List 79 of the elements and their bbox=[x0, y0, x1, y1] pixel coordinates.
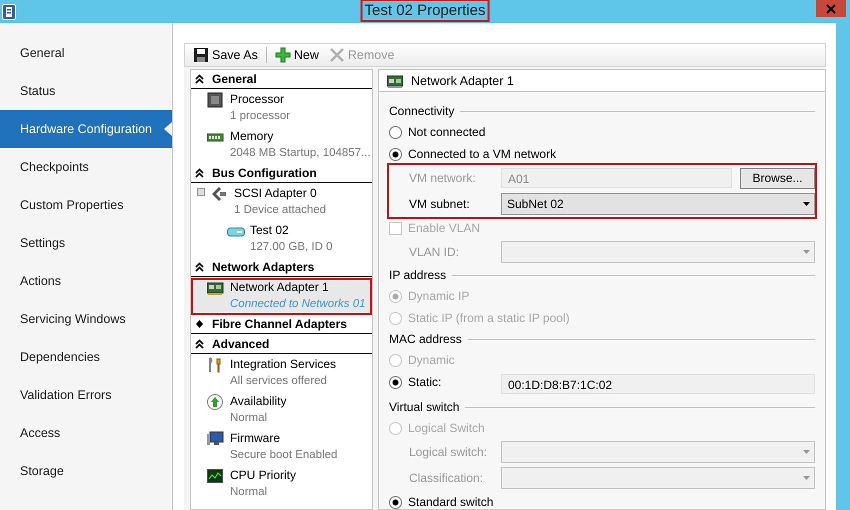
network-card-icon bbox=[387, 74, 403, 88]
toolbar-button[interactable]: Save As bbox=[191, 47, 260, 63]
tree-item[interactable]: Memory 2048 MB Startup, 104857... bbox=[191, 127, 372, 164]
nav-item[interactable]: Checkpoints bbox=[0, 148, 172, 186]
group-label: Virtual switch bbox=[389, 400, 460, 414]
nav-item[interactable]: Status bbox=[0, 72, 172, 110]
item-detail: Normal bbox=[230, 411, 268, 426]
item-name: Test 02 bbox=[250, 222, 290, 239]
dropdown-arrow-icon bbox=[803, 250, 810, 254]
section-header[interactable]: General bbox=[212, 72, 257, 86]
item-detail: 127.00 GB, ID 0 bbox=[250, 240, 332, 255]
section-header[interactable]: Bus Configuration bbox=[212, 166, 317, 180]
field-label: Logical switch: bbox=[408, 445, 488, 459]
section-header[interactable]: Network Adapters bbox=[212, 260, 314, 274]
item-detail: 1 Device attached bbox=[234, 203, 326, 218]
group-label: Connectivity bbox=[389, 104, 454, 118]
nav-item[interactable]: Settings bbox=[0, 224, 172, 262]
tree-item[interactable]: SCSI Adapter 0 1 Device attached bbox=[191, 184, 372, 221]
tree-item[interactable]: Test 02 127.00 GB, ID 0 bbox=[191, 221, 372, 258]
item-name: Availability bbox=[230, 393, 286, 410]
radio-button[interactable]: Not connected bbox=[389, 121, 486, 143]
tree-item[interactable]: Network Adapter 1 Connected to Networks 01 bbox=[191, 278, 372, 315]
item-name: Network Adapter 1 bbox=[230, 279, 330, 296]
close-button[interactable] bbox=[816, 0, 846, 17]
item-name: Processor bbox=[230, 91, 286, 108]
tree-item[interactable]: CPU Priority Normal bbox=[191, 466, 372, 503]
checkbox-empty-icon bbox=[389, 222, 402, 234]
tree-item[interactable]: Firmware Secure boot Enabled bbox=[191, 429, 372, 466]
item-name: SCSI Adapter 0 bbox=[234, 185, 318, 202]
nav-item[interactable]: Dependencies bbox=[0, 338, 172, 376]
tree-item[interactable]: Integration Services All services offered bbox=[191, 355, 372, 392]
item-detail: 2048 MB Startup, 104857... bbox=[230, 146, 371, 161]
radio-button[interactable]: Standard switch bbox=[389, 491, 494, 509]
item-detail: Secure boot Enabled bbox=[230, 448, 338, 463]
field-label: Classification: bbox=[408, 471, 484, 485]
field-label: VM subnet: bbox=[408, 197, 471, 211]
close-icon bbox=[826, 4, 836, 14]
nav-item[interactable]: Validation Errors bbox=[0, 376, 172, 414]
tree-item[interactable]: Processor 1 processor bbox=[191, 90, 372, 127]
cpu-chart-icon bbox=[207, 468, 225, 484]
chip-icon bbox=[207, 92, 225, 108]
item-detail: Connected to Networks 01 bbox=[230, 297, 366, 312]
up-arrow-circle-icon bbox=[207, 394, 225, 410]
nav-item[interactable]: General bbox=[0, 34, 172, 72]
plus-icon bbox=[274, 47, 291, 63]
radio-button[interactable]: Static: bbox=[389, 371, 501, 393]
dropdown-arrow-icon bbox=[803, 450, 810, 454]
dropdown-arrow-icon bbox=[803, 476, 810, 480]
window-icon bbox=[2, 4, 16, 20]
nav-item[interactable]: Actions bbox=[0, 262, 172, 300]
nav-item[interactable]: Custom Properties bbox=[0, 186, 172, 224]
item-name: Firmware bbox=[230, 430, 281, 447]
item-detail: Normal bbox=[230, 485, 268, 500]
toolbar-button[interactable]: New bbox=[272, 47, 321, 63]
item-detail: 1 processor bbox=[230, 109, 290, 124]
item-detail: All services offered bbox=[230, 374, 328, 389]
window-title: Test 02 Properties bbox=[362, 1, 488, 20]
tree-item[interactable]: Availability Normal bbox=[191, 392, 372, 429]
item-name: Memory bbox=[230, 128, 274, 145]
cross-icon bbox=[328, 47, 345, 63]
section-header[interactable]: Advanced bbox=[212, 337, 270, 351]
dropdown-arrow-icon bbox=[803, 202, 810, 206]
panel-title: Network Adapter 1 bbox=[411, 74, 514, 88]
nav-item[interactable]: Hardware Configuration bbox=[0, 110, 172, 148]
item-name: CPU Priority bbox=[230, 467, 296, 484]
input-field[interactable]: 00:1D:D8:B7:1C:02 bbox=[501, 374, 815, 394]
section-header[interactable]: Fibre Channel Adapters bbox=[212, 317, 347, 331]
nav-item[interactable]: Access bbox=[0, 414, 172, 452]
item-name: Integration Services bbox=[230, 356, 336, 373]
nav-item[interactable]: Storage bbox=[0, 452, 172, 490]
network-card-icon bbox=[207, 280, 225, 296]
nav-item[interactable]: Servicing Windows bbox=[0, 300, 172, 338]
group-label: MAC address bbox=[389, 332, 462, 346]
field-label: VLAN ID: bbox=[408, 245, 460, 259]
group-label: IP address bbox=[389, 268, 446, 282]
radio-button[interactable]: Connected to a VM network bbox=[389, 143, 556, 165]
monitor-icon bbox=[207, 431, 225, 447]
field-label: VM network: bbox=[408, 171, 477, 185]
expander-icon bbox=[197, 188, 205, 196]
